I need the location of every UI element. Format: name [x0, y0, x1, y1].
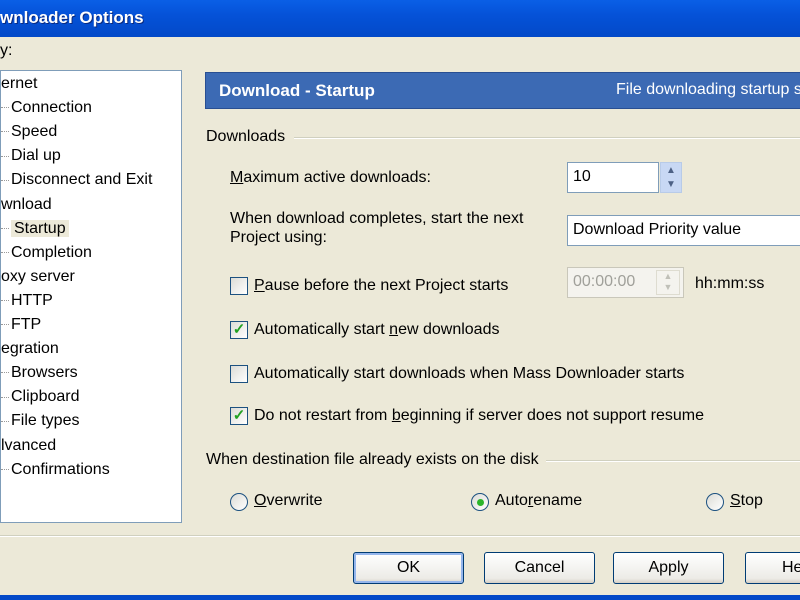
category-tree[interactable]: ernet Connection Speed Dial up Disconnect an…	[0, 70, 182, 523]
page-description: File downloading startup s	[616, 81, 800, 98]
apply-button[interactable]: Apply	[613, 552, 724, 584]
max-active-label: Maximum active downloads:	[230, 169, 431, 186]
autorename-label[interactable]: Autorename	[495, 492, 582, 510]
tree-item-label: Speed	[11, 123, 58, 141]
max-active-spinner[interactable]: ▲ ▼	[660, 162, 682, 193]
tree-item[interactable]: Confirmations	[1, 461, 110, 479]
tree-item-label: FTP	[11, 316, 42, 333]
tree-item-label: Startup	[11, 219, 69, 237]
no-restart-label[interactable]: Do not restart from beginning if server …	[254, 407, 704, 425]
tree-connector	[1, 396, 9, 398]
tree-connector	[1, 300, 9, 302]
tree-connector	[1, 107, 9, 109]
help-button[interactable]: He	[745, 552, 800, 584]
tree-item-label: wnload	[1, 195, 52, 213]
tree-item-label: lvanced	[1, 436, 57, 454]
tree-connector	[1, 420, 9, 422]
autorename-radio[interactable]	[471, 493, 489, 511]
stop-radio[interactable]	[706, 493, 724, 511]
stop-label[interactable]: Stop	[730, 492, 763, 510]
tree-connector	[1, 179, 9, 181]
window-border	[0, 595, 800, 600]
title-bar[interactable]: wnloader Options	[0, 0, 800, 37]
tree-connector	[1, 131, 9, 133]
tree-connector	[1, 155, 9, 157]
time-unit-label: hh:mm:ss	[695, 275, 765, 292]
exists-group-label: When destination file already exists on …	[206, 451, 539, 468]
auto-start-label[interactable]: Automatically start new downloads	[254, 321, 499, 339]
tree-item[interactable]: Completion	[1, 244, 92, 262]
tree-item-label: Connection	[11, 99, 92, 117]
page-title: Download - Startup	[219, 81, 375, 100]
tree-item[interactable]: oxy server	[1, 268, 75, 286]
pause-time-spinner: ▲ ▼	[656, 270, 680, 295]
ok-button[interactable]: OK	[353, 552, 464, 584]
window-title: wnloader Options	[0, 8, 144, 27]
tree-item-label: oxy server	[1, 267, 75, 285]
category-label: y:	[0, 42, 13, 59]
tree-item[interactable]: Clipboard	[1, 388, 79, 406]
tree-item[interactable]: Startup	[1, 219, 69, 238]
tree-item-label: Browsers	[11, 364, 78, 382]
next-project-label: When download completes, start the next …	[230, 210, 524, 246]
tree-connector	[1, 227, 9, 229]
tree-item-label: Confirmations	[11, 460, 110, 478]
divider	[546, 460, 800, 462]
auto-start-checkbox[interactable]: ✓	[230, 321, 248, 339]
overwrite-radio[interactable]	[230, 493, 248, 511]
divider	[0, 535, 800, 537]
page-header: Download - Startup File downloading star…	[205, 72, 800, 109]
downloads-group-label: Downloads	[206, 128, 286, 145]
pause-checkbox[interactable]	[230, 277, 248, 295]
auto-start-md-checkbox[interactable]	[230, 365, 248, 383]
tree-item[interactable]: egration	[1, 340, 59, 358]
up-arrow-icon[interactable]: ▲	[666, 165, 676, 176]
tree-item-label: Clipboard	[11, 388, 80, 406]
cancel-button[interactable]: Cancel	[484, 552, 595, 584]
tree-item[interactable]: FTP	[1, 316, 41, 334]
next-project-select[interactable]: Download Priority value	[567, 215, 800, 246]
tree-item[interactable]: HTTP	[1, 292, 53, 310]
tree-connector	[1, 324, 9, 326]
tree-item-label: Disconnect and Exit	[11, 171, 153, 189]
tree-item[interactable]: Disconnect and Exit	[1, 171, 152, 189]
tree-item[interactable]: lvanced	[1, 437, 56, 455]
auto-start-md-label[interactable]: Automatically start downloads when Mass …	[254, 365, 684, 383]
tree-connector	[1, 468, 9, 470]
pause-label[interactable]: Pause before the next Project starts	[254, 277, 508, 295]
tree-item-label: ernet	[1, 75, 38, 92]
tree-item[interactable]: Browsers	[1, 364, 78, 382]
max-active-input[interactable]: 10	[567, 162, 659, 193]
tree-item-label: File types	[11, 412, 80, 430]
tree-item[interactable]: Connection	[1, 99, 92, 117]
tree-item[interactable]: File types	[1, 412, 79, 430]
tree-item-label: Dial up	[11, 147, 61, 165]
tree-item-label: egration	[1, 340, 59, 358]
divider	[294, 137, 800, 139]
tree-connector	[1, 372, 9, 374]
tree-item[interactable]: Speed	[1, 123, 57, 141]
tree-item-label: Completion	[11, 243, 92, 261]
tree-item-label: HTTP	[11, 291, 53, 309]
tree-item[interactable]: wnload	[1, 196, 52, 214]
overwrite-label[interactable]: Overwrite	[254, 492, 322, 510]
tree-item[interactable]: ernet	[1, 75, 37, 93]
no-restart-checkbox[interactable]: ✓	[230, 407, 248, 425]
tree-connector	[1, 251, 9, 253]
pause-time-input: 00:00:00 ▲ ▼	[567, 267, 684, 298]
tree-item[interactable]: Dial up	[1, 147, 61, 165]
down-arrow-icon[interactable]: ▼	[666, 179, 676, 190]
